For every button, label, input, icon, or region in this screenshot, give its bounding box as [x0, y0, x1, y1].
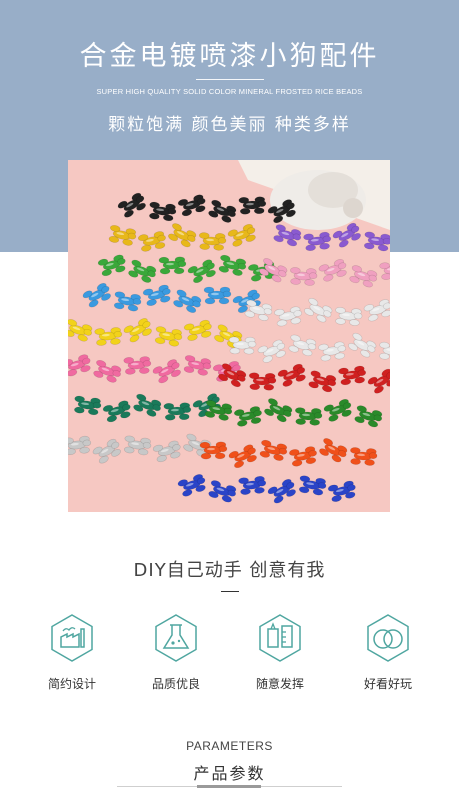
parameters-divider-accent — [197, 785, 261, 788]
feature-simple-design: 简约设计 — [32, 613, 112, 692]
product-photo-drawing — [68, 160, 390, 512]
feature-label: 随意发挥 — [255, 677, 304, 691]
factory-icon — [47, 613, 97, 663]
rings-icon — [363, 613, 413, 663]
flask-icon — [151, 613, 201, 663]
feature-label: 好看好玩 — [363, 677, 412, 691]
tagline: 颗粒饱满 颜色美丽 种类多样 — [108, 115, 351, 135]
parameters-heading-en: PARAMETERS — [186, 739, 273, 753]
feature-quality: 品质优良 — [136, 613, 216, 692]
feature-label: 简约设计 — [47, 677, 96, 691]
diy-divider — [221, 591, 239, 592]
subtitle-english: SUPER HIGH QUALITY SOLID COLOR MINERAL F… — [96, 87, 363, 96]
feature-freestyle: 随意发挥 — [240, 613, 320, 692]
parameters-heading-cn: 产品参数 — [193, 764, 266, 783]
tools-icon — [255, 613, 305, 663]
page-title: 合金电镀喷漆小狗配件 — [79, 41, 380, 72]
product-photo — [68, 160, 390, 512]
title-divider — [196, 79, 264, 80]
feature-label: 品质优良 — [151, 677, 200, 691]
feature-fun: 好看好玩 — [348, 613, 428, 692]
diy-heading: DIY自己动手 创意有我 — [133, 560, 326, 581]
